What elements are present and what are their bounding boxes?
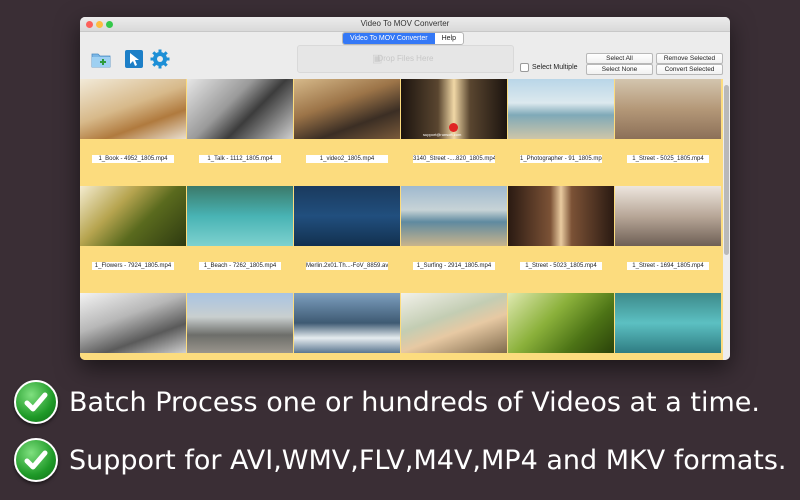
video-thumbnail[interactable]: [294, 79, 400, 139]
video-thumbnail[interactable]: [615, 186, 721, 246]
green-check-icon: [14, 380, 58, 424]
file-name-field[interactable]: 1_Photographer - 91_1805.mp4: [520, 155, 602, 163]
video-tile[interactable]: [294, 293, 400, 360]
video-tile[interactable]: [615, 293, 721, 360]
tab-help[interactable]: Help: [435, 33, 463, 44]
select-multiple-control[interactable]: Select Multiple: [520, 63, 578, 72]
file-name-field[interactable]: 1_Street - 5023_1805.mp4: [520, 262, 602, 270]
gear-icon[interactable]: [149, 48, 171, 70]
video-tile[interactable]: 1_Photographer - 91_1805.mp4: [508, 79, 614, 186]
video-thumbnail[interactable]: [80, 79, 186, 139]
feature-text-batch: Batch Process one or hundreds of Videos …: [69, 386, 760, 418]
file-name-field[interactable]: 3140_Street -....820_1805.mp4: [413, 155, 495, 163]
file-name-field[interactable]: 1_Surfing - 2914_1805.mp4: [413, 262, 495, 270]
feature-text-formats: Support for AVI,WMV,FLV,M4V,MP4 and MKV …: [69, 444, 787, 476]
feature-row-batch: Batch Process one or hundreds of Videos …: [14, 378, 760, 426]
play-icon: [449, 123, 458, 132]
feature-row-formats: Support for AVI,WMV,FLV,M4V,MP4 and MKV …: [14, 436, 787, 484]
select-multiple-label: Select Multiple: [532, 64, 578, 71]
video-thumbnail[interactable]: [80, 293, 186, 353]
remove-selected-button[interactable]: Remove Selected: [656, 53, 723, 64]
file-name-field[interactable]: 1_Talk - 1112_1805.mp4: [199, 155, 281, 163]
video-tile[interactable]: 1_Beach - 7262_1805.mp4: [187, 186, 293, 293]
video-tile[interactable]: 1_Talk - 1112_1805.mp4: [187, 79, 293, 186]
video-tile[interactable]: support@runsoft.com 3140_Street -....820_…: [401, 79, 507, 186]
video-tile[interactable]: [508, 293, 614, 360]
file-name-field[interactable]: 1_Book - 4952_1805.mp4: [92, 155, 174, 163]
cursor-select-icon[interactable]: [123, 48, 145, 70]
video-tile[interactable]: 1_Street - 1694_1805.mp4: [615, 186, 721, 293]
scrollbar-thumb[interactable]: [724, 85, 729, 255]
watermark-text: support@runsoft.com: [423, 132, 462, 137]
select-multiple-checkbox[interactable]: [520, 63, 529, 72]
convert-selected-button[interactable]: Convert Selected: [656, 64, 723, 75]
video-thumbnail[interactable]: [187, 293, 293, 353]
file-name-field[interactable]: 1_video2_1805.mp4: [306, 155, 388, 163]
video-thumbnail[interactable]: support@runsoft.com: [401, 79, 507, 139]
file-name-field[interactable]: 1_Beach - 7262_1805.mp4: [199, 262, 281, 270]
file-name-field[interactable]: 1_Street - 5025_1805.mp4: [627, 155, 709, 163]
window-title: Video To MOV Converter: [360, 19, 450, 28]
video-tile[interactable]: 1_Surfing - 2914_1805.mp4: [401, 186, 507, 293]
video-thumbnail[interactable]: [294, 293, 400, 353]
title-bar: Video To MOV Converter: [80, 17, 730, 32]
video-tile[interactable]: 1_Street - 5025_1805.mp4: [615, 79, 721, 186]
video-tile[interactable]: [187, 293, 293, 360]
video-tile[interactable]: 1_Street - 5023_1805.mp4: [508, 186, 614, 293]
drop-zone-label: Drop Files Here: [377, 54, 434, 63]
video-tile[interactable]: 1_video2_1805.mp4: [294, 79, 400, 186]
video-thumbnail[interactable]: [508, 186, 614, 246]
file-name-field[interactable]: 1_Street - 1694_1805.mp4: [627, 262, 709, 270]
video-grid: 1_Book - 4952_1805.mp4 1_Talk - 1112_1805…: [80, 79, 723, 360]
video-thumbnail[interactable]: [401, 186, 507, 246]
video-tile[interactable]: Merlin.2x01.Th...-FoV_8859.avi: [294, 186, 400, 293]
file-name-field[interactable]: Merlin.2x01.Th...-FoV_8859.avi: [306, 262, 388, 270]
vertical-scrollbar[interactable]: [723, 79, 730, 360]
video-thumbnail[interactable]: [80, 186, 186, 246]
app-window: Video To MOV Converter Video To MOV Conv…: [80, 17, 730, 360]
video-thumbnail[interactable]: [615, 293, 721, 353]
video-thumbnail[interactable]: [615, 79, 721, 139]
select-none-button[interactable]: Select None: [586, 64, 653, 75]
video-thumbnail[interactable]: [187, 79, 293, 139]
video-thumbnail[interactable]: [187, 186, 293, 246]
video-tile[interactable]: 1_Book - 4952_1805.mp4: [80, 79, 186, 186]
video-tile[interactable]: [80, 293, 186, 360]
video-thumbnail[interactable]: [508, 293, 614, 353]
video-thumbnail[interactable]: [294, 186, 400, 246]
tab-video-to-mov-converter[interactable]: Video To MOV Converter: [343, 33, 435, 44]
video-tile[interactable]: 1_Flowers - 7924_1805.mp4: [80, 186, 186, 293]
tab-bar: Video To MOV Converter Help: [342, 32, 464, 45]
select-all-button[interactable]: Select All: [586, 53, 653, 64]
video-thumbnail[interactable]: [508, 79, 614, 139]
video-tile[interactable]: [401, 293, 507, 360]
folder-add-icon[interactable]: [90, 48, 112, 70]
drop-zone[interactable]: ▣ Drop Files Here: [297, 45, 514, 73]
file-name-field[interactable]: 1_Flowers - 7924_1805.mp4: [92, 262, 174, 270]
green-check-icon: [14, 438, 58, 482]
video-thumbnail[interactable]: [401, 293, 507, 353]
